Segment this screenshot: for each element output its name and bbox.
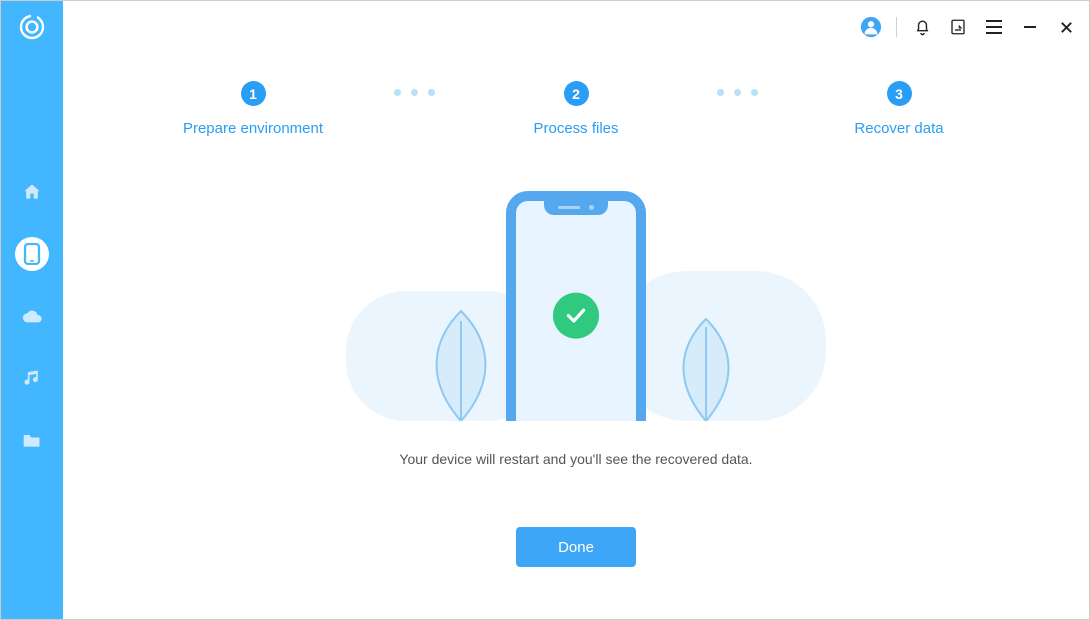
app-logo [1,1,63,53]
success-check-icon [553,293,599,339]
step-label: Process files [533,120,618,137]
sidebar-item-folder[interactable] [15,423,49,457]
step-separator [717,89,758,96]
sidebar-item-device[interactable] [15,237,49,271]
account-button[interactable] [860,16,882,38]
close-icon [1059,20,1074,35]
status-message: Your device will restart and you'll see … [63,451,1089,467]
step-number: 3 [887,81,912,106]
notifications-button[interactable] [911,16,933,38]
phone-icon [23,243,41,265]
sidebar-item-music[interactable] [15,361,49,395]
clipboard-icon [949,18,967,36]
step-number: 2 [564,81,589,106]
titlebar [63,1,1089,53]
feedback-button[interactable] [947,16,969,38]
step-1: 1 Prepare environment [168,81,338,137]
step-label: Prepare environment [183,120,323,137]
folder-icon [22,431,42,449]
sidebar [1,1,63,619]
minimize-icon [1022,19,1038,35]
cloud-icon [21,307,43,325]
step-2: 2 Process files [491,81,661,137]
step-separator [394,89,435,96]
app-window: 1 Prepare environment 2 Process files 3 … [0,0,1090,620]
close-button[interactable] [1055,16,1077,38]
leaf-icon [416,301,506,421]
menu-button[interactable] [983,16,1005,38]
account-icon [860,15,882,39]
step-label: Recover data [854,120,943,137]
success-illustration [396,181,756,421]
step-number: 1 [241,81,266,106]
sidebar-item-home[interactable] [15,175,49,209]
toolbar-separator [896,17,897,37]
phone-illustration [506,191,646,421]
main-content: 1 Prepare environment 2 Process files 3 … [63,53,1089,619]
bell-icon [913,18,932,37]
sidebar-item-cloud[interactable] [15,299,49,333]
minimize-button[interactable] [1019,16,1041,38]
leaf-icon [666,311,746,421]
step-3: 3 Recover data [814,81,984,137]
music-icon [22,368,42,388]
progress-stepper: 1 Prepare environment 2 Process files 3 … [63,81,1089,137]
logo-icon [19,14,45,40]
menu-icon [985,19,1003,35]
done-button[interactable]: Done [516,527,636,567]
home-icon [22,182,42,202]
